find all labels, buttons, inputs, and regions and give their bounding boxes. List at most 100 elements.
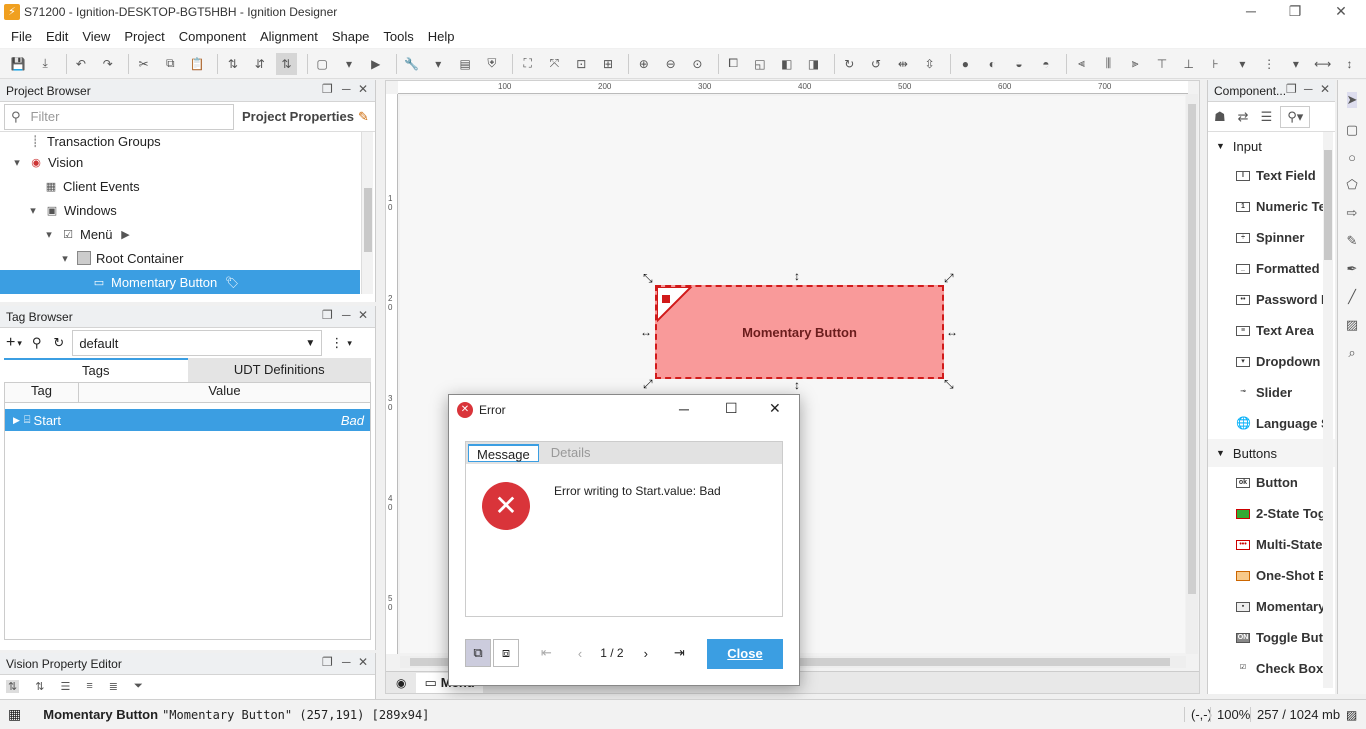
palette-item-spinner[interactable]: ÷ Spinner bbox=[1208, 222, 1335, 253]
palette-item-toggle-button[interactable]: ON Toggle Butt bbox=[1208, 622, 1335, 653]
move-icon[interactable]: ⇵ bbox=[249, 53, 270, 75]
zoom-out-icon[interactable]: ⊖ bbox=[660, 53, 681, 75]
tree-scrollbar[interactable] bbox=[361, 132, 373, 294]
grid-view-icon[interactable]: ▦ bbox=[8, 706, 21, 723]
minimize-panel-icon[interactable]: ─ bbox=[1304, 82, 1313, 96]
menu-shape[interactable]: Shape bbox=[325, 29, 377, 44]
filter-input[interactable]: ⚲ Filter bbox=[4, 103, 234, 130]
open-window-icon[interactable]: ▶ bbox=[119, 227, 133, 241]
float-icon[interactable]: ❐ bbox=[1286, 82, 1297, 96]
rotate-icon[interactable]: ↻ bbox=[839, 53, 860, 75]
send-back-icon[interactable]: ◧ bbox=[776, 53, 797, 75]
minimize-panel-icon[interactable]: ─ bbox=[342, 82, 351, 96]
filter-icon[interactable]: ⏷ bbox=[134, 680, 143, 693]
scrollbar-thumb[interactable] bbox=[1188, 104, 1196, 594]
group-icon[interactable]: ⧠ bbox=[723, 53, 744, 75]
palette-item-text-area[interactable]: ≡ Text Area bbox=[1208, 315, 1335, 346]
last-page-icon[interactable]: ⇥ bbox=[674, 645, 685, 661]
close-panel-icon[interactable]: ✕ bbox=[358, 655, 368, 669]
align-top-icon[interactable]: ⊤ bbox=[1152, 53, 1173, 75]
search-icon[interactable]: ⚲▾ bbox=[1280, 105, 1311, 128]
flip-h-icon[interactable]: ⇹ bbox=[892, 53, 913, 75]
sort-alpha-icon[interactable]: ⇅ bbox=[35, 680, 44, 693]
float-icon[interactable]: ❐ bbox=[322, 82, 333, 96]
next-page-icon[interactable]: › bbox=[644, 646, 648, 661]
size-height-icon[interactable]: ↕ bbox=[1339, 53, 1360, 75]
close-panel-icon[interactable]: ✕ bbox=[358, 82, 368, 96]
align-center-icon[interactable]: ⫼ bbox=[1098, 53, 1119, 75]
zoom-reset-icon[interactable]: ⊙ bbox=[687, 53, 708, 75]
fit-icon[interactable]: ⛶ bbox=[517, 53, 538, 75]
exclude-icon[interactable]: ◓ bbox=[1035, 53, 1056, 75]
palette-scrollbar[interactable] bbox=[1323, 132, 1333, 688]
menu-component[interactable]: Component bbox=[172, 29, 253, 44]
collapse-icon[interactable]: ▾ bbox=[58, 251, 72, 265]
column-tag[interactable]: Tag bbox=[5, 383, 79, 402]
palette-item-2-state-toggle[interactable]: 2-State Tog bbox=[1208, 498, 1335, 529]
pen-tool-icon[interactable]: ✒ bbox=[1347, 261, 1358, 277]
search-icon[interactable]: ⚲ bbox=[32, 335, 42, 351]
palette-item-password[interactable]: •• Password F bbox=[1208, 284, 1335, 315]
columns-icon[interactable]: ≣ bbox=[109, 680, 118, 693]
export-error-icon[interactable]: ⧈ bbox=[493, 639, 519, 667]
copy-error-icon[interactable]: ⧉ bbox=[465, 639, 491, 667]
minimize-icon[interactable]: ─ bbox=[679, 401, 689, 417]
palette-list-icon[interactable]: ☰ bbox=[1261, 109, 1273, 125]
difference-icon[interactable]: ◐ bbox=[982, 53, 1003, 75]
table-row[interactable]: ▶ ⌸ Start Bad bbox=[5, 409, 370, 431]
grid-icon[interactable]: ⊞ bbox=[598, 53, 619, 75]
align-left-icon[interactable]: ⫷ bbox=[1071, 53, 1092, 75]
menu-edit[interactable]: Edit bbox=[39, 29, 75, 44]
resize-handle-sw[interactable]: ⤢ bbox=[643, 378, 653, 390]
tree-item-vision[interactable]: ▾ ◉ Vision bbox=[0, 150, 375, 174]
chevron-down-icon[interactable]: ▾ bbox=[339, 53, 360, 75]
chevron-down-icon[interactable]: ▾ bbox=[17, 338, 22, 349]
ellipse-tool-icon[interactable]: ○ bbox=[1348, 150, 1356, 165]
resize-handle-e[interactable]: ↔ bbox=[946, 326, 958, 338]
union-icon[interactable]: ● bbox=[955, 53, 976, 75]
tag-provider-select[interactable]: default ▼ bbox=[72, 330, 323, 356]
distribute-icon[interactable]: ⋮ bbox=[1259, 53, 1280, 75]
momentary-button-component[interactable]: Momentary Button bbox=[655, 285, 944, 379]
tree-item-transaction-groups[interactable]: ┊ Transaction Groups bbox=[0, 132, 375, 150]
pencil-tool-icon[interactable]: ✎ bbox=[1347, 233, 1358, 249]
tab-udt-definitions[interactable]: UDT Definitions bbox=[187, 358, 371, 382]
palette-item-text-field[interactable]: I Text Field bbox=[1208, 160, 1335, 191]
mode-icon[interactable]: ⇅ bbox=[276, 52, 297, 75]
restore-icon[interactable]: ❐ bbox=[1272, 0, 1318, 24]
doc-icon[interactable]: ▤ bbox=[455, 53, 476, 75]
rotate-ccw-icon[interactable]: ↺ bbox=[866, 53, 887, 75]
chevron-down-icon[interactable]: ▾ bbox=[428, 53, 449, 75]
copy-icon[interactable]: ⧉ bbox=[160, 53, 181, 75]
first-page-icon[interactable]: ⇤ bbox=[541, 645, 552, 661]
eyedropper-tool-icon[interactable]: ⌕ bbox=[1348, 345, 1355, 361]
crop-icon[interactable]: ⊡ bbox=[571, 53, 592, 75]
polygon-tool-icon[interactable]: ⬠ bbox=[1346, 177, 1357, 193]
preview-eye-icon[interactable]: ◉ bbox=[396, 676, 406, 690]
pointer-tool-icon[interactable]: ➤ bbox=[1346, 92, 1358, 108]
flip-v-icon[interactable]: ⇳ bbox=[919, 53, 940, 75]
resize-handle-se[interactable]: ⤡ bbox=[944, 378, 954, 390]
line-tool-icon[interactable]: ╱ bbox=[1348, 289, 1356, 305]
minimize-icon[interactable]: ─ bbox=[1228, 0, 1274, 24]
palette-item-momentary[interactable]: ▪ Momentary bbox=[1208, 591, 1335, 622]
collapse-icon[interactable]: ▾ bbox=[42, 227, 56, 241]
arrow-tool-icon[interactable]: ⇨ bbox=[1347, 205, 1358, 221]
bindings-icon[interactable]: ⇅ bbox=[222, 53, 243, 75]
collapse-icon[interactable]: ▾ bbox=[10, 155, 24, 169]
palette-view-icon[interactable]: ☗ bbox=[1214, 109, 1226, 125]
wrench-icon[interactable]: 🔧 bbox=[401, 53, 422, 75]
refresh-icon[interactable]: ↻ bbox=[53, 335, 64, 351]
play-icon[interactable]: ▶ bbox=[365, 53, 386, 75]
menu-help[interactable]: Help bbox=[421, 29, 462, 44]
intersect-icon[interactable]: ◒ bbox=[1009, 53, 1030, 75]
more-options-icon[interactable]: ⋮ bbox=[330, 335, 343, 351]
zoom-in-icon[interactable]: ⊕ bbox=[633, 53, 654, 75]
palette-item-one-shot[interactable]: One-Shot B bbox=[1208, 560, 1335, 591]
float-icon[interactable]: ❐ bbox=[322, 655, 333, 669]
minimize-panel-icon[interactable]: ─ bbox=[342, 655, 351, 669]
scrollbar-thumb[interactable] bbox=[364, 188, 372, 252]
canvas-vscrollbar[interactable] bbox=[1186, 94, 1198, 654]
tab-message[interactable]: Message bbox=[468, 444, 539, 462]
resize-handle-w[interactable]: ↔ bbox=[640, 326, 652, 338]
